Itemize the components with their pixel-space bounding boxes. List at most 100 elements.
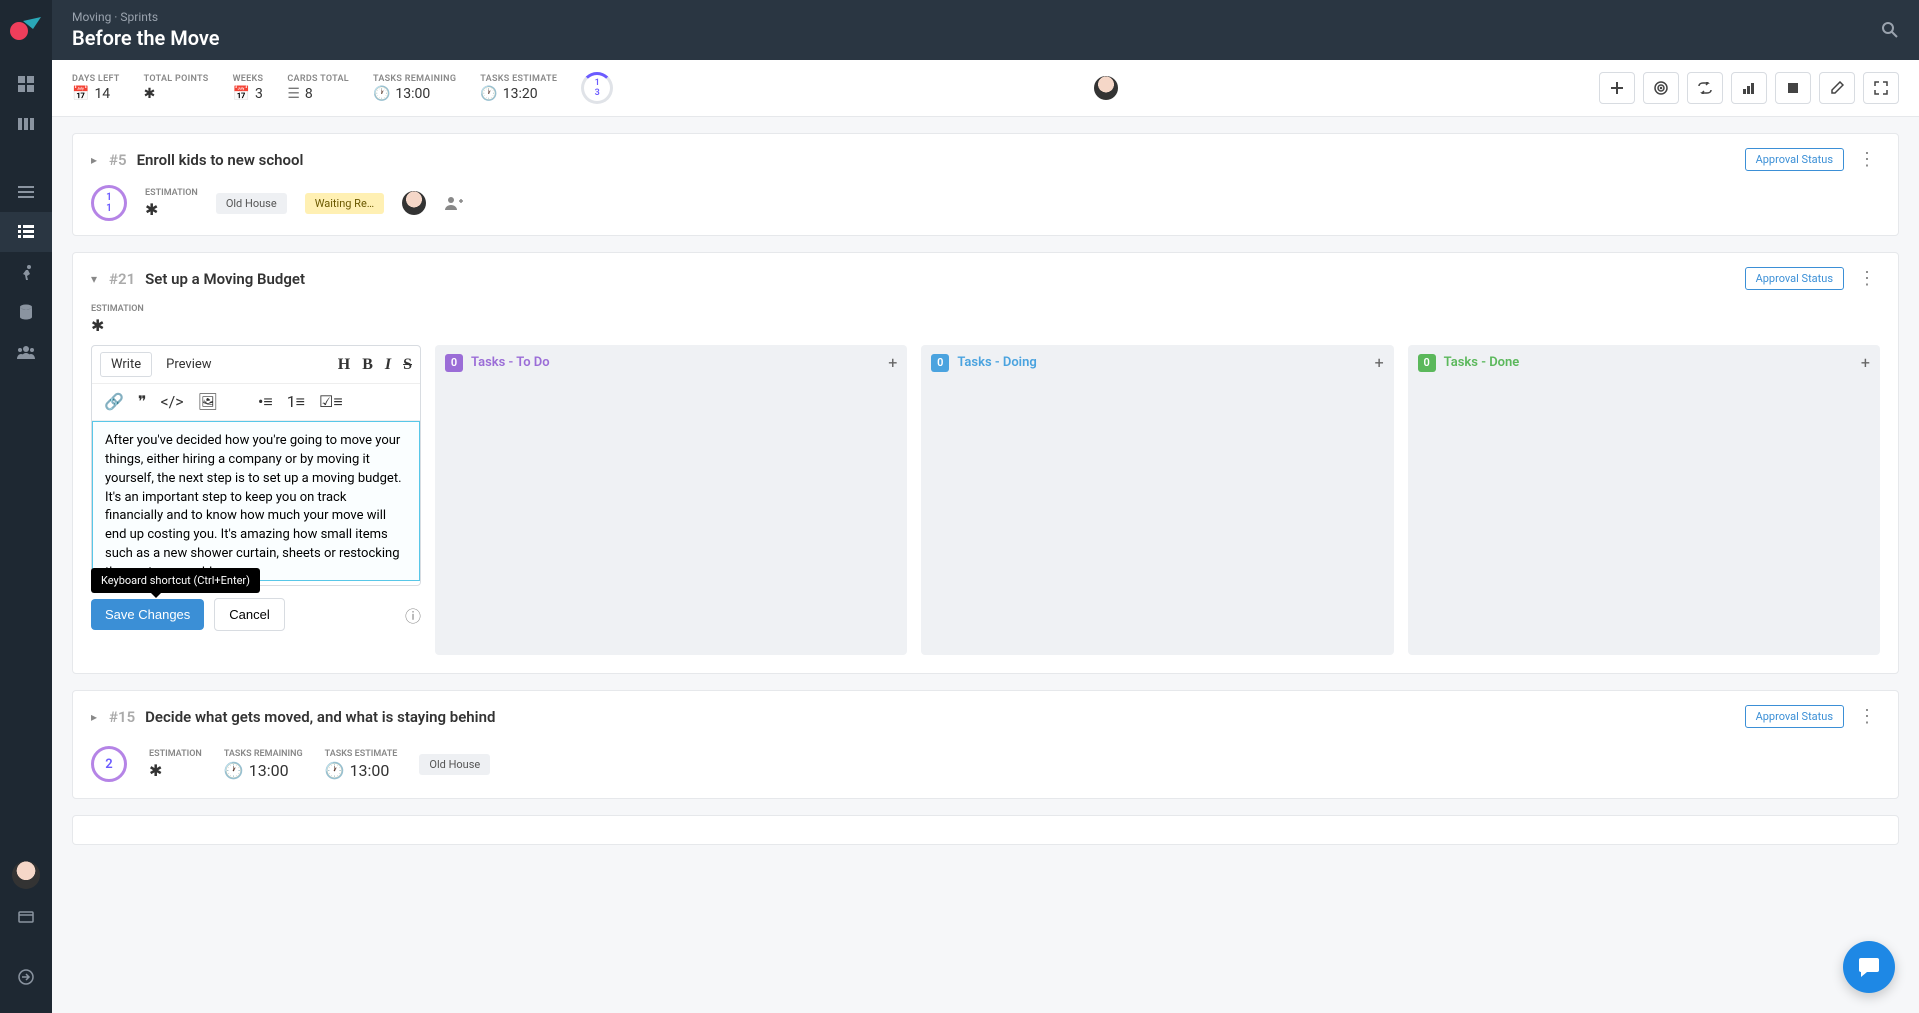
checklist-icon[interactable]: ☑≡ (319, 392, 343, 412)
clock-icon: 🕐 (325, 761, 345, 780)
list-icon: ☰ (287, 86, 300, 102)
card-decide-moved: ▸ #15 Decide what gets moved, and what i… (72, 690, 1899, 799)
bold-icon[interactable]: B (362, 356, 373, 374)
chevron-right-icon[interactable]: ▸ (91, 710, 97, 724)
add-task-icon[interactable]: + (888, 353, 897, 372)
code-icon[interactable]: </> (161, 392, 184, 412)
chevron-right-icon[interactable]: ▸ (91, 153, 97, 167)
calendar-icon: 📅 (72, 86, 89, 102)
fullscreen-icon[interactable] (1863, 72, 1899, 104)
approval-status-button[interactable]: Approval Status (1745, 705, 1844, 728)
nav-database-icon[interactable] (0, 292, 52, 332)
card-number: #15 (109, 708, 135, 726)
story-points-badge: 2 (91, 746, 127, 782)
add-task-icon[interactable]: + (1861, 353, 1870, 372)
story-points-badge: 1 1 (91, 185, 127, 221)
nav-boards-icon[interactable] (0, 104, 52, 144)
approval-status-button[interactable]: Approval Status (1745, 267, 1844, 290)
edit-icon[interactable] (1819, 72, 1855, 104)
app-logo[interactable] (6, 8, 46, 48)
card-title[interactable]: Enroll kids to new school (137, 151, 304, 169)
tag-old-house[interactable]: Old House (419, 754, 490, 775)
nav-dashboard-icon[interactable] (0, 64, 52, 104)
tab-preview[interactable]: Preview (156, 353, 221, 376)
card-moving-budget: ▾ #21 Set up a Moving Budget Approval St… (72, 252, 1899, 674)
link-icon[interactable]: 🔗 (104, 392, 124, 412)
topbar: Moving · Sprints Before the Move (52, 0, 1919, 60)
stop-icon[interactable] (1775, 72, 1811, 104)
estimation-value: ✱ (145, 200, 198, 219)
nav-list-icon[interactable] (0, 212, 52, 252)
chart-icon[interactable] (1731, 72, 1767, 104)
assignee-avatar[interactable] (402, 191, 426, 215)
bullet-list-icon[interactable]: •≡ (258, 392, 273, 412)
page-title: Before the Move (72, 26, 220, 50)
quote-icon[interactable]: ❞ (138, 392, 147, 412)
todo-count: 0 (445, 354, 463, 372)
estimation-label: ESTIMATION (91, 304, 1880, 314)
stat-total-points: TOTAL POINTS ✱ (144, 74, 209, 102)
nav-team-icon[interactable] (0, 332, 52, 372)
chevron-down-icon[interactable]: ▾ (91, 272, 97, 286)
chat-fab[interactable] (1843, 941, 1895, 993)
user-avatar[interactable] (12, 861, 40, 889)
stat-tasks-estimate: TASKS ESTIMATE 🕐13:20 (480, 74, 557, 102)
stat-tasks-remaining: TASKS REMAINING 🕐13:00 (373, 74, 456, 102)
done-count: 0 (1418, 354, 1436, 372)
estimation-label: ESTIMATION (145, 188, 198, 198)
save-button[interactable]: Save Changes (91, 599, 204, 630)
clock-icon: 🕐 (224, 761, 244, 780)
column-todo: 0 Tasks - To Do + (435, 345, 907, 655)
help-icon[interactable]: ⓘ (405, 603, 421, 627)
column-done: 0 Tasks - Done + (1408, 345, 1880, 655)
card-number: #21 (109, 270, 135, 288)
italic-icon[interactable]: I (385, 356, 391, 374)
add-button[interactable] (1599, 72, 1635, 104)
strikethrough-icon[interactable]: S (403, 356, 412, 374)
description-editor: Write Preview H B I S (91, 345, 421, 586)
tab-write[interactable]: Write (100, 352, 152, 377)
add-person-icon[interactable] (444, 196, 464, 210)
add-task-icon[interactable]: + (1375, 353, 1384, 372)
calendar-icon: 📅 (233, 86, 250, 102)
approval-status-button[interactable]: Approval Status (1745, 148, 1844, 171)
stats-bar: DAYS LEFT 📅14 TOTAL POINTS ✱ WEEKS 📅3 CA… (52, 60, 1919, 117)
tag-old-house[interactable]: Old House (216, 193, 287, 214)
more-icon[interactable]: ⋮ (1854, 706, 1880, 727)
doing-title: Tasks - Doing (957, 355, 1036, 370)
todo-title: Tasks - To Do (471, 355, 550, 370)
nav-running-icon[interactable] (0, 252, 52, 292)
loop-icon[interactable] (1687, 72, 1723, 104)
doing-count: 0 (931, 354, 949, 372)
card-title[interactable]: Decide what gets moved, and what is stay… (145, 708, 495, 726)
heading-icon[interactable]: H (338, 356, 350, 374)
ordered-list-icon[interactable]: 1≡ (287, 392, 305, 412)
nav-card-icon[interactable] (0, 897, 52, 937)
stat-days-left: DAYS LEFT 📅14 (72, 74, 120, 102)
card-title[interactable]: Set up a Moving Budget (145, 270, 305, 288)
more-icon[interactable]: ⋮ (1854, 268, 1880, 289)
clock-icon: 🕐 (480, 86, 497, 102)
nav-logout-icon[interactable] (0, 957, 52, 997)
tag-waiting[interactable]: Waiting Re… (305, 193, 384, 214)
done-title: Tasks - Done (1444, 355, 1520, 370)
image-icon[interactable]: 🖼 (198, 392, 218, 412)
more-icon[interactable]: ⋮ (1854, 149, 1880, 170)
card-placeholder (72, 815, 1899, 845)
stat-weeks: WEEKS 📅3 (233, 74, 264, 102)
estimation-value: ✱ (91, 316, 1880, 335)
column-doing: 0 Tasks - Doing + (921, 345, 1393, 655)
kanban-columns: 0 Tasks - To Do + 0 Tasks - Doing + (435, 345, 1880, 655)
description-textarea[interactable] (92, 421, 420, 581)
nav-menu-icon[interactable] (0, 172, 52, 212)
stat-cards-total: CARDS TOTAL ☰8 (287, 74, 349, 102)
card-number: #5 (109, 151, 127, 169)
assignee-avatar[interactable] (1092, 74, 1120, 102)
target-icon[interactable] (1643, 72, 1679, 104)
save-tooltip: Keyboard shortcut (Ctrl+Enter) (91, 568, 260, 593)
card-enroll-kids: ▸ #5 Enroll kids to new school Approval … (72, 133, 1899, 236)
breadcrumb[interactable]: Moving · Sprints (72, 10, 220, 24)
clock-icon: 🕐 (373, 86, 390, 102)
cancel-button[interactable]: Cancel (214, 598, 284, 631)
search-icon[interactable] (1881, 21, 1899, 39)
